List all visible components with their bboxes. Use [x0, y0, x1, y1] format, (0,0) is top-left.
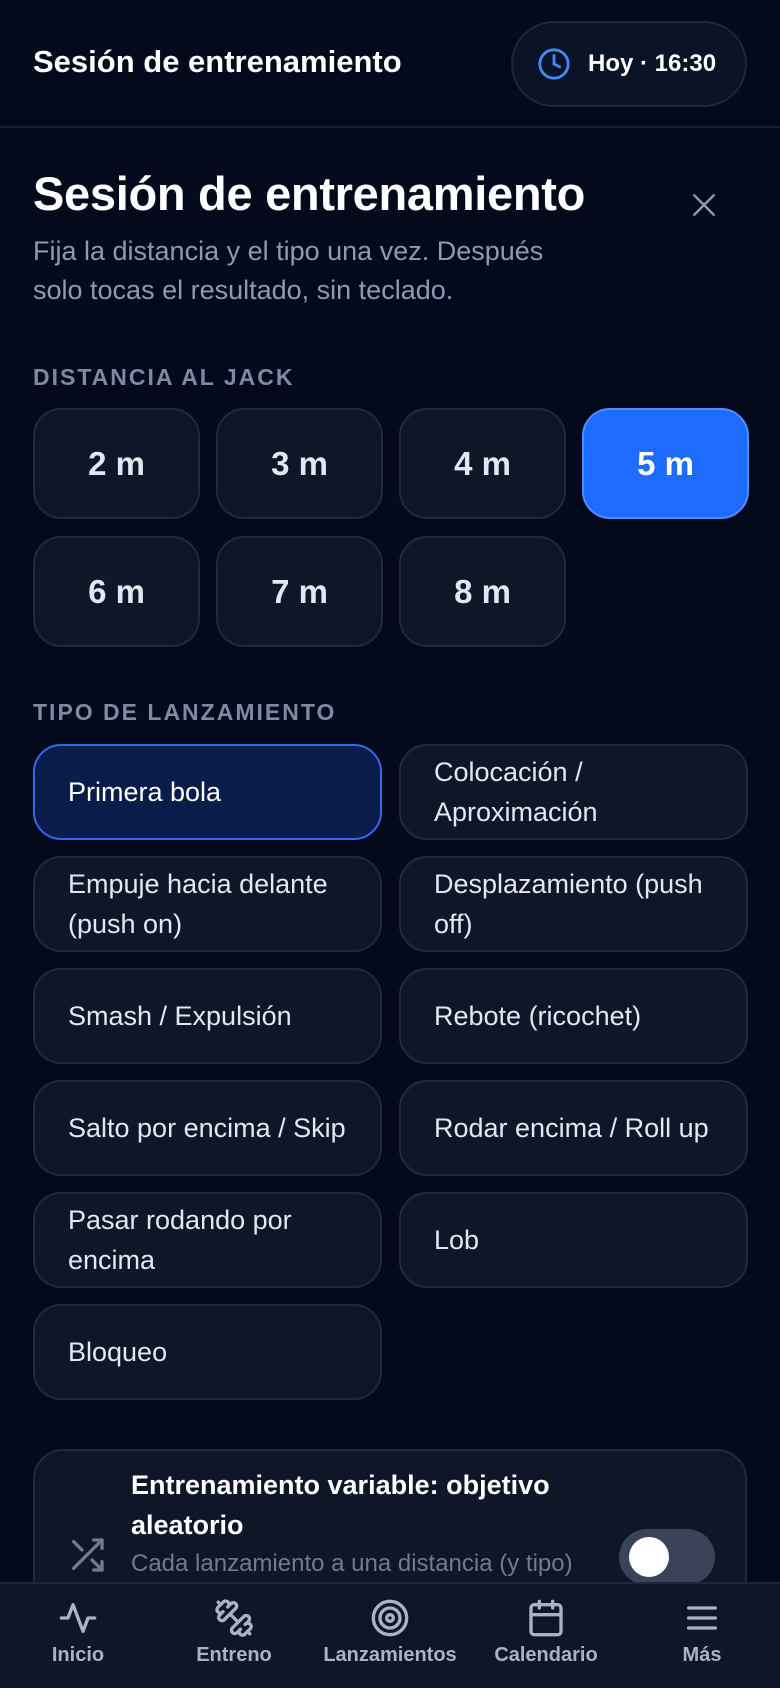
throw-type-chip-pasar-rodando[interactable]: Pasar rodando por encima: [33, 1192, 382, 1288]
page-title: Sesión de entrenamiento: [33, 167, 586, 220]
throw-type-section-label: TIPO DE LANZAMIENTO: [33, 699, 337, 725]
distance-chip-8m[interactable]: 8 m: [399, 536, 566, 647]
dumbbell-icon: [215, 1599, 253, 1637]
shuffle-icon: [72, 1538, 104, 1572]
distance-section-label: DISTANCIA AL JACK: [33, 364, 295, 390]
distance-chip-3m[interactable]: 3 m: [216, 408, 383, 519]
distance-chip-7m[interactable]: 7 m: [216, 536, 383, 647]
throw-type-chip-rodar[interactable]: Rodar encima / Roll up: [399, 1080, 748, 1176]
session-time-button[interactable]: Hoy · 16:30: [511, 21, 747, 107]
page-subtitle: Fija la distancia y el tipo una vez. Des…: [33, 236, 544, 305]
distance-chip-2m[interactable]: 2 m: [33, 408, 200, 519]
target-icon: [371, 1599, 409, 1637]
nav-item-inicio[interactable]: Inicio: [0, 1584, 156, 1688]
toggle-knob: [629, 1537, 669, 1577]
nav-item-mas[interactable]: Más: [624, 1584, 780, 1688]
throw-type-chip-colocacion[interactable]: Colocación / Aproximación: [399, 744, 748, 840]
distance-chip-4m[interactable]: 4 m: [399, 408, 566, 519]
close-icon: [693, 194, 715, 216]
nav-label-lanzamientos: Lanzamientos: [323, 1644, 457, 1666]
distance-chip-5m-selected[interactable]: 5 m: [582, 408, 749, 519]
nav-item-calendario[interactable]: Calendario: [468, 1584, 624, 1688]
nav-label-inicio: Inicio: [51, 1644, 105, 1666]
throw-type-chip-primera-bola-selected[interactable]: Primera bola: [33, 744, 382, 840]
calendar-icon: [529, 1599, 563, 1637]
menu-icon: [687, 1606, 717, 1630]
throw-type-chip-empuje[interactable]: Empuje hacia delante (push on): [33, 856, 382, 952]
throw-type-chip-rebote[interactable]: Rebote (ricochet): [399, 968, 748, 1064]
bottom-navigation: Inicio Entreno Lanzamientos Calendario M…: [0, 1582, 780, 1688]
variable-training-toggle[interactable]: [619, 1529, 715, 1585]
nav-item-entreno[interactable]: Entreno: [156, 1584, 312, 1688]
throw-type-chip-lob[interactable]: Lob: [399, 1192, 748, 1288]
nav-label-entreno: Entreno: [196, 1644, 272, 1666]
throw-type-chip-salto[interactable]: Salto por encima / Skip: [33, 1080, 382, 1176]
throw-type-chip-bloqueo[interactable]: Bloqueo: [33, 1304, 382, 1400]
activity-icon: [59, 1603, 97, 1633]
nav-label-calendario: Calendario: [494, 1644, 598, 1666]
nav-label-mas: Más: [682, 1644, 722, 1666]
variable-training-title: Entrenamiento variable: objetivo aleator…: [131, 1470, 550, 1540]
app-bar-title: Sesión de entrenamiento: [33, 44, 402, 79]
clock-icon: [538, 48, 570, 80]
throw-type-chip-desplazamiento[interactable]: Desplazamiento (push off): [399, 856, 748, 952]
session-time-label: Hoy · 16:30: [588, 50, 717, 77]
throw-type-chip-smash[interactable]: Smash / Expulsión: [33, 968, 382, 1064]
nav-item-lanzamientos[interactable]: Lanzamientos: [312, 1584, 468, 1688]
distance-chip-6m[interactable]: 6 m: [33, 536, 200, 647]
training-session-screen: Sesión de entrenamiento Hoy · 16:30 Sesi…: [0, 0, 780, 1688]
close-button[interactable]: [683, 184, 725, 226]
top-bar: Sesión de entrenamiento Hoy · 16:30: [0, 0, 780, 128]
